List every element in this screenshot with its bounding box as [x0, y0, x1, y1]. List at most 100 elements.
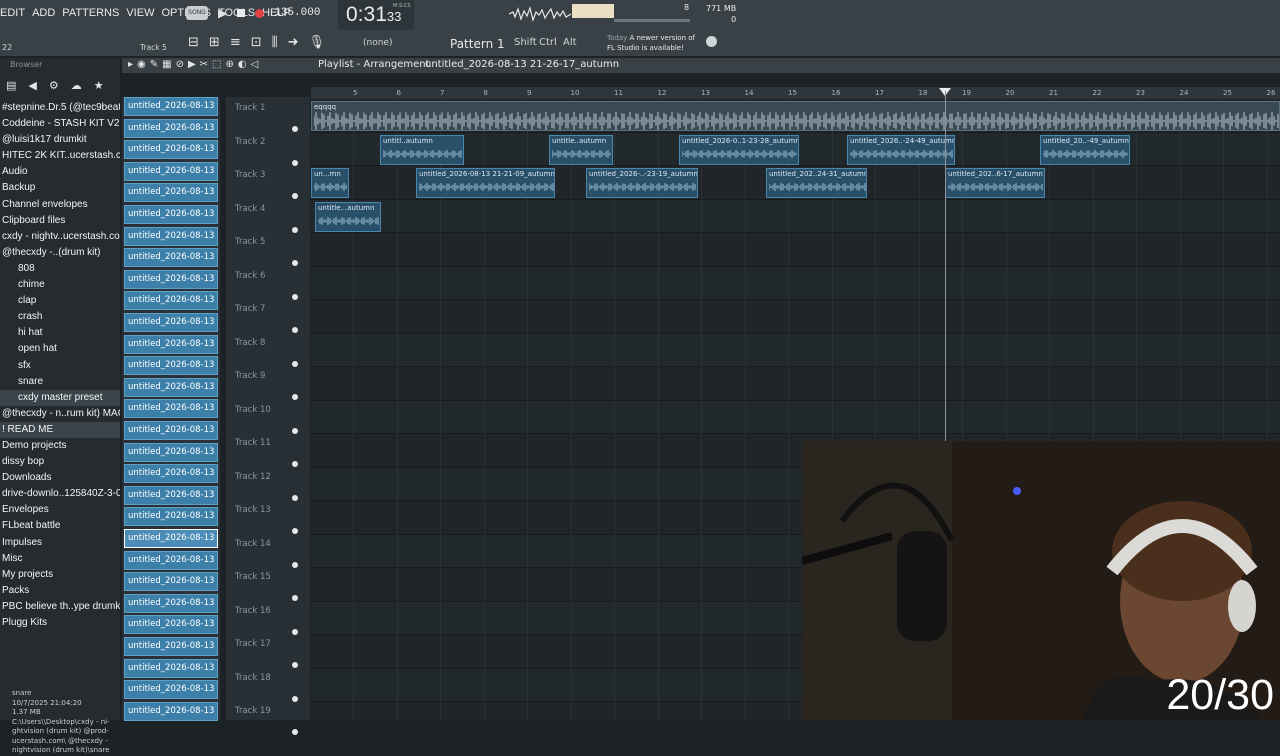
browser-item[interactable]: Envelopes: [0, 502, 120, 518]
track-mute-led[interactable]: [292, 427, 298, 434]
clip-source-item[interactable]: untitled_2026-08-13 21-: [124, 183, 218, 203]
track-label[interactable]: Track 3: [235, 170, 265, 180]
clip-source-item[interactable]: untitled_2026-08-13 21-: [124, 140, 218, 160]
track-mute-led[interactable]: [292, 729, 298, 735]
audio-clip[interactable]: untitled_2026-..-23-19_autumn: [586, 168, 698, 198]
audio-clip[interactable]: untitle...autumn: [315, 201, 381, 232]
clip-source-item[interactable]: untitled_2026-08-13 21-: [124, 399, 218, 419]
track-label[interactable]: Track 18: [235, 673, 271, 683]
browser-item[interactable]: @thecxdy - n..rum kit) MAC: [0, 406, 120, 422]
track-lane[interactable]: [311, 400, 1280, 434]
browser-item[interactable]: Misc: [0, 551, 120, 567]
track-label[interactable]: Track 4: [235, 204, 265, 214]
update-notice[interactable]: Today A newer version of FL Studio is av…: [607, 33, 695, 53]
arrow-right-icon[interactable]: ➜: [288, 35, 299, 50]
browser-item[interactable]: Coddeine - STASH KIT V2 I: [0, 116, 120, 132]
track-mute-led[interactable]: [292, 461, 298, 467]
track-label[interactable]: Track 10: [235, 405, 271, 415]
track-label[interactable]: Track 1: [235, 103, 265, 113]
browser-item[interactable]: Clipboard files: [0, 213, 120, 229]
browser-item[interactable]: Backup: [0, 180, 120, 196]
cloud-icon[interactable]: ☁: [71, 79, 82, 92]
clip-source-item[interactable]: untitled_2026-08-13 21-: [124, 550, 218, 570]
browser-item[interactable]: FLbeat battle: [0, 518, 120, 534]
track-label[interactable]: Track 7: [235, 304, 265, 314]
track-mute-led[interactable]: [292, 662, 298, 668]
audio-clip[interactable]: untitled_20..-49_autumn: [1040, 134, 1130, 165]
browser-item[interactable]: open hat: [0, 341, 120, 357]
track-mute-led[interactable]: [292, 193, 298, 199]
master-volume-slider[interactable]: [614, 19, 690, 22]
audio-clip[interactable]: untitl..autumn: [380, 134, 464, 165]
audio-clip[interactable]: untitled_2026-0..1-23-28_autumn: [679, 134, 799, 165]
track-label[interactable]: Track 2: [235, 137, 265, 147]
audio-clip[interactable]: untitle..autumn: [549, 134, 613, 165]
audio-clip[interactable]: untitled_202..24-31_autumn: [766, 168, 867, 198]
menu-patterns[interactable]: PATTERNS: [62, 7, 119, 19]
track-lane[interactable]: [311, 333, 1280, 367]
gear-icon[interactable]: ⚙: [49, 79, 59, 92]
stop-icon[interactable]: [237, 9, 246, 17]
back-icon[interactable]: ◀: [28, 79, 36, 92]
audio-clip[interactable]: un...mn: [311, 168, 349, 198]
track-mute-led[interactable]: [292, 695, 298, 702]
track-mute-led[interactable]: [292, 159, 298, 166]
clip-source-item[interactable]: untitled_2026-08-13 21-: [124, 529, 218, 548]
browser-item[interactable]: ! READ ME: [0, 421, 120, 438]
track-lane[interactable]: [311, 300, 1280, 334]
browser-item[interactable]: Audio: [0, 164, 120, 180]
clip-source-item[interactable]: untitled_2026-08-13 21-: [124, 680, 218, 700]
track-label[interactable]: Track 11: [235, 438, 271, 448]
browser-item[interactable]: sfx: [0, 358, 120, 374]
record-icon[interactable]: [255, 8, 265, 18]
track-label[interactable]: Track 17: [235, 639, 271, 649]
clip-source-item[interactable]: untitled_2026-08-13 21-: [124, 356, 218, 376]
menu-add[interactable]: ADD: [32, 7, 55, 19]
clip-source-item[interactable]: untitled_2026-08-13 21-: [124, 701, 218, 721]
track-mute-led[interactable]: [292, 595, 298, 601]
track-lane[interactable]: [311, 199, 1280, 233]
browser-item[interactable]: snare: [0, 374, 120, 390]
track-mute-led[interactable]: [292, 494, 298, 501]
track-mute-led[interactable]: [292, 327, 298, 333]
browser-item[interactable]: dissy bop: [0, 454, 120, 470]
audio-clip[interactable]: eqqqq: [311, 101, 1280, 131]
track-label[interactable]: Track 8: [235, 338, 265, 348]
mixer-icon[interactable]: ⫼: [272, 35, 278, 50]
browser-item[interactable]: crash: [0, 309, 120, 325]
play-icon[interactable]: ▶: [218, 6, 227, 20]
menu-edit[interactable]: EDIT: [0, 7, 25, 19]
clip-source-item[interactable]: untitled_2026-08-13 21-: [124, 421, 218, 440]
song-mode-button[interactable]: SONG: [186, 6, 208, 20]
track-mute-led[interactable]: [292, 561, 298, 568]
microphone-icon[interactable]: 🎙: [309, 35, 326, 50]
track-label[interactable]: Track 9: [235, 371, 265, 381]
clip-source-item[interactable]: untitled_2026-08-13 21-: [124, 291, 218, 311]
browser-item[interactable]: Demo projects: [0, 438, 120, 454]
audio-clip[interactable]: untitled_2026-08-13 21-21-09_autumn: [416, 168, 555, 198]
browser-item[interactable]: Channel envelopes: [0, 197, 120, 213]
track-mute-led[interactable]: [292, 360, 298, 367]
clip-source-item[interactable]: untitled_2026-08-13 21-: [124, 572, 218, 592]
clip-source-item[interactable]: untitled_2026-08-13 21-: [124, 269, 218, 289]
clip-source-item[interactable]: untitled_2026-08-13 21-: [124, 464, 218, 484]
track-mute-led[interactable]: [292, 628, 298, 635]
ctrl-key[interactable]: Ctrl: [539, 37, 557, 48]
clip-source-item[interactable]: untitled_2026-08-13 21-: [124, 313, 218, 332]
clip-source-item[interactable]: untitled_2026-08-13 21-: [124, 248, 218, 268]
clip-source-item[interactable]: untitled_2026-08-13 21-: [124, 118, 218, 138]
track-label[interactable]: Track 13: [235, 505, 271, 515]
browser-item[interactable]: My projects: [0, 567, 120, 583]
audio-clip[interactable]: untitled_202..6-17_autumn: [945, 168, 1045, 198]
alt-key[interactable]: Alt: [563, 37, 577, 48]
track-label[interactable]: Track 6: [235, 271, 265, 281]
browser-item[interactable]: 808: [0, 261, 120, 277]
browser-item[interactable]: Impulses: [0, 535, 120, 551]
clip-source-item[interactable]: untitled_2026-08-13 21-: [124, 161, 218, 181]
clip-source-item[interactable]: untitled_2026-08-13 21-: [124, 442, 218, 462]
channel-rack-icon[interactable]: ⊡: [251, 35, 262, 50]
playlist-icon[interactable]: ≡: [230, 35, 241, 50]
track-mute-led[interactable]: [292, 126, 298, 132]
browser-item[interactable]: drive-downlo..125840Z-3-001: [0, 486, 120, 502]
browser-item[interactable]: Packs: [0, 583, 120, 599]
